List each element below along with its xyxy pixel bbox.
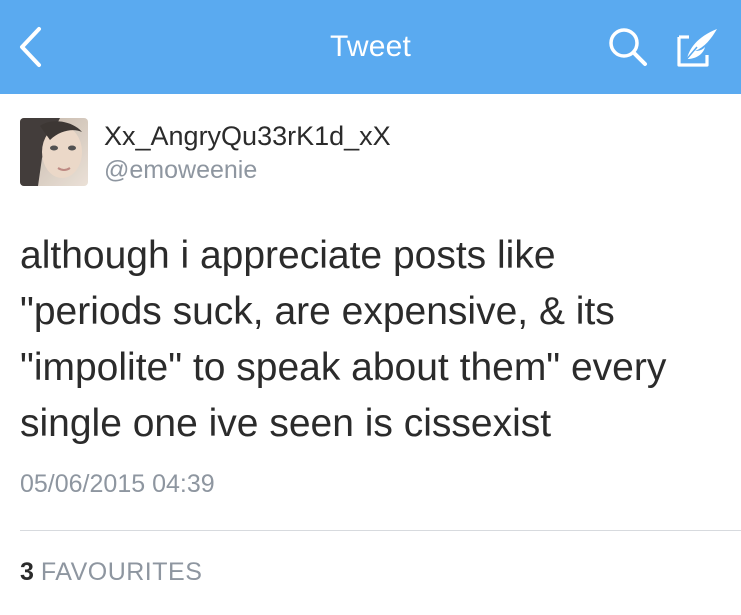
profile-photo: [20, 118, 88, 186]
author-handle[interactable]: @emoweenie: [104, 156, 257, 185]
tweet-text-line: "impolite" to speak about them" every: [20, 346, 667, 389]
tweet-text: although i appreciate posts like "period…: [20, 228, 725, 452]
compose-tweet-icon: [677, 29, 717, 67]
tweet-text-line: single one ive seen is cissexist: [20, 402, 552, 445]
divider: [20, 530, 741, 531]
tweet-text-line: "periods suck, are expensive, & its: [20, 290, 615, 333]
tweet-author[interactable]: Xx_AngryQu33rK1d_xX @emoweenie: [20, 118, 720, 190]
favourites-label: FAVOURITES: [40, 558, 203, 586]
search-icon: [609, 28, 647, 66]
favourites-stat[interactable]: 3 FAVOURITES: [20, 558, 202, 587]
author-display-name[interactable]: Xx_AngryQu33rK1d_xX: [104, 121, 391, 152]
compose-tweet-button[interactable]: [670, 0, 726, 94]
tweet-text-line: although i appreciate posts like: [20, 234, 556, 277]
tweet-detail-screen: Tweet Xx_AngryQu33rK1d_xX @emoweenie alt…: [0, 0, 741, 615]
avatar[interactable]: [20, 118, 88, 186]
navigation-bar: Tweet: [0, 0, 741, 94]
tweet-timestamp: 05/06/2015 04:39: [20, 470, 215, 498]
search-button[interactable]: [602, 0, 654, 94]
favourites-count: 3: [20, 558, 34, 586]
